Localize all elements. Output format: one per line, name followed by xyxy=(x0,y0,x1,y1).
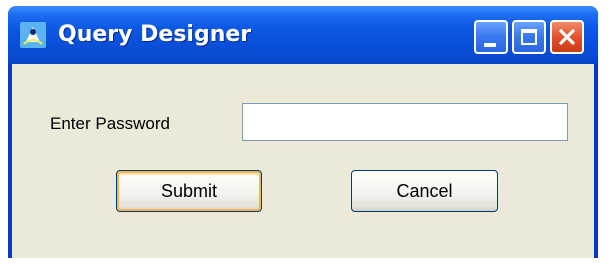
close-button[interactable] xyxy=(550,20,584,54)
maximize-icon xyxy=(521,29,537,45)
minimize-button[interactable] xyxy=(474,20,508,54)
query-designer-app-icon[interactable] xyxy=(20,22,46,48)
window-title: Query Designer xyxy=(58,22,252,47)
cancel-button[interactable]: Cancel xyxy=(351,170,498,212)
password-label: Enter Password xyxy=(50,114,170,133)
query-designer-window: Query Designer Enter Password Submit Can… xyxy=(8,6,598,258)
password-input[interactable] xyxy=(242,103,568,141)
submit-button[interactable]: Submit xyxy=(116,170,262,212)
minimize-icon xyxy=(484,43,496,47)
maximize-button[interactable] xyxy=(512,20,546,54)
dialog-body: Enter Password Submit Cancel xyxy=(12,64,594,258)
close-icon xyxy=(557,27,577,47)
title-bar[interactable]: Query Designer xyxy=(8,6,598,64)
